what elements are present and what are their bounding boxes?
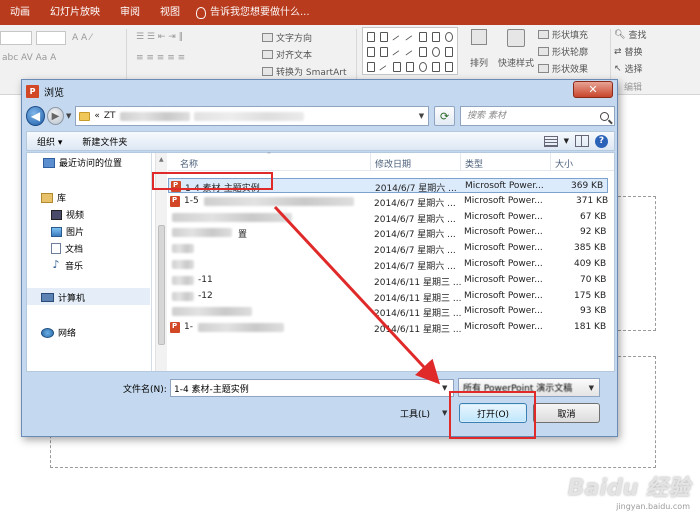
baidu-watermark: Baidu 经验 jingyan.baidu.com [568, 470, 690, 511]
annotation-arrow [273, 205, 441, 385]
watermark-url: jingyan.baidu.com [616, 502, 690, 511]
watermark-logo: Baidu 经验 [567, 476, 690, 501]
